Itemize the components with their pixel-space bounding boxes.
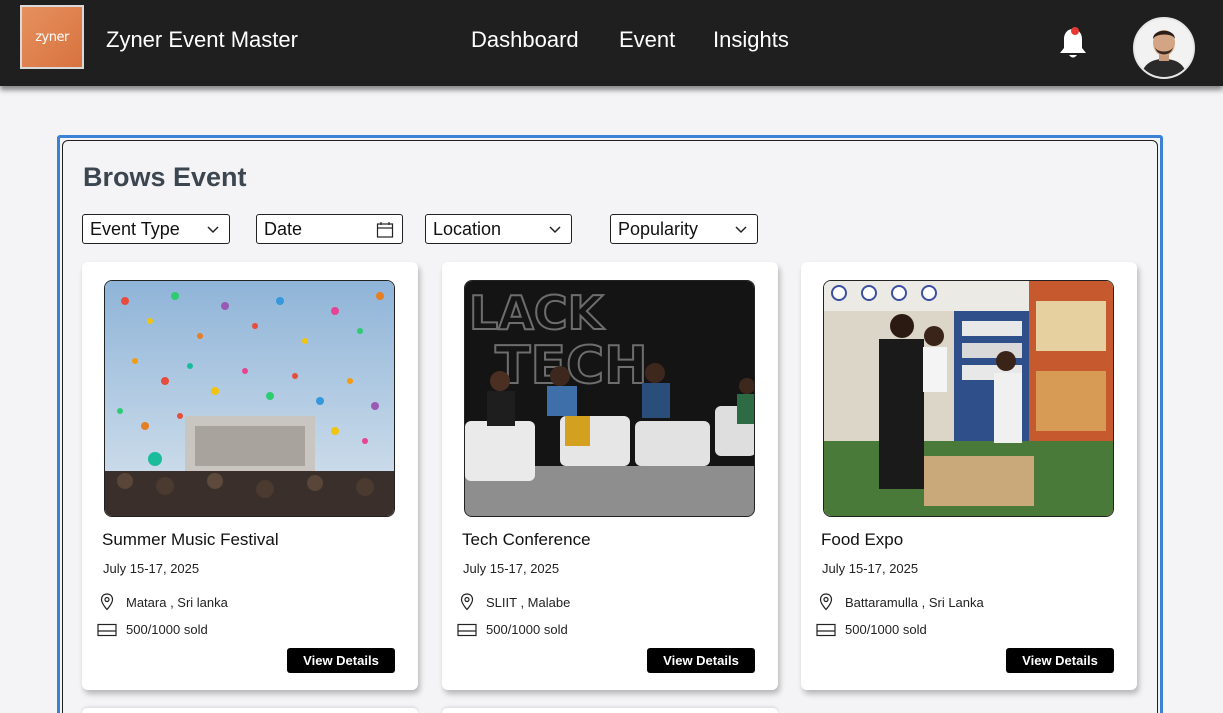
event-location: Battaramulla , Sri Lanka xyxy=(845,594,984,610)
notification-dot-icon xyxy=(1071,27,1079,35)
bell-icon[interactable] xyxy=(1058,25,1090,61)
filter-popularity[interactable]: Popularity xyxy=(610,214,758,244)
event-card-peek xyxy=(442,708,778,713)
event-date: July 15-17, 2025 xyxy=(103,561,200,576)
user-avatar[interactable] xyxy=(1133,17,1195,79)
event-tickets-row: 500/1000 sold xyxy=(456,622,568,637)
event-title: Summer Music Festival xyxy=(102,530,279,549)
event-card: Food Expo July 15-17, 2025 Battaramulla … xyxy=(801,262,1137,690)
ticket-icon xyxy=(456,623,478,637)
filter-label: Date xyxy=(264,218,303,239)
calendar-icon xyxy=(376,222,394,238)
event-card-peek xyxy=(82,708,418,713)
event-title: Food Expo xyxy=(821,530,904,549)
event-location-row: Matara , Sri lanka xyxy=(96,593,228,611)
filter-date[interactable]: Date xyxy=(256,214,403,244)
chevron-down-icon xyxy=(549,226,561,234)
location-pin-icon xyxy=(96,593,118,611)
view-details-button[interactable]: View Details xyxy=(287,648,395,673)
nav-insights[interactable]: Insights xyxy=(713,27,789,53)
chevron-down-icon xyxy=(735,226,747,234)
location-pin-icon xyxy=(815,593,837,611)
filter-label: Popularity xyxy=(618,218,699,239)
event-tickets-row: 500/1000 sold xyxy=(96,622,208,637)
filter-label: Location xyxy=(433,218,502,239)
logo-text: zyner xyxy=(35,29,69,45)
event-location-row: SLIIT , Malabe xyxy=(456,593,570,611)
ticket-icon xyxy=(815,623,837,637)
filter-label: Event Type xyxy=(90,218,180,239)
event-image xyxy=(104,280,395,517)
view-details-button[interactable]: View Details xyxy=(647,648,755,673)
event-sold: 500/1000 sold xyxy=(486,622,568,637)
event-date: July 15-17, 2025 xyxy=(822,561,919,576)
event-image: LACK TECH xyxy=(464,280,755,517)
view-details-button[interactable]: View Details xyxy=(1006,648,1114,673)
event-card: Summer Music Festival July 15-17, 2025 M… xyxy=(82,262,418,690)
event-card: LACK TECH Tech Conference July 15-17, 20… xyxy=(442,262,778,690)
event-location: Matara , Sri lanka xyxy=(126,594,228,610)
event-image xyxy=(823,280,1114,517)
app-title: Zyner Event Master xyxy=(106,27,298,52)
event-sold: 500/1000 sold xyxy=(126,622,208,637)
location-pin-icon xyxy=(456,593,478,611)
filter-location[interactable]: Location xyxy=(425,214,572,244)
event-location-row: Battaramulla , Sri Lanka xyxy=(815,593,984,611)
chevron-down-icon xyxy=(207,226,219,234)
svg-text:LACK: LACK xyxy=(469,286,606,340)
ticket-icon xyxy=(96,623,118,637)
top-navbar: zyner Zyner Event Master Dashboard Event… xyxy=(0,0,1223,86)
nav-event[interactable]: Event xyxy=(619,27,675,53)
filter-event-type[interactable]: Event Type xyxy=(82,214,230,244)
event-location: SLIIT , Malabe xyxy=(486,594,571,610)
event-tickets-row: 500/1000 sold xyxy=(815,622,927,637)
event-title: Tech Conference xyxy=(462,530,591,549)
event-date: July 15-17, 2025 xyxy=(463,561,560,576)
app-logo[interactable]: zyner xyxy=(20,5,84,69)
page-title: Brows Event xyxy=(83,162,247,192)
event-sold: 500/1000 sold xyxy=(845,622,927,637)
nav-dashboard[interactable]: Dashboard xyxy=(471,27,579,53)
